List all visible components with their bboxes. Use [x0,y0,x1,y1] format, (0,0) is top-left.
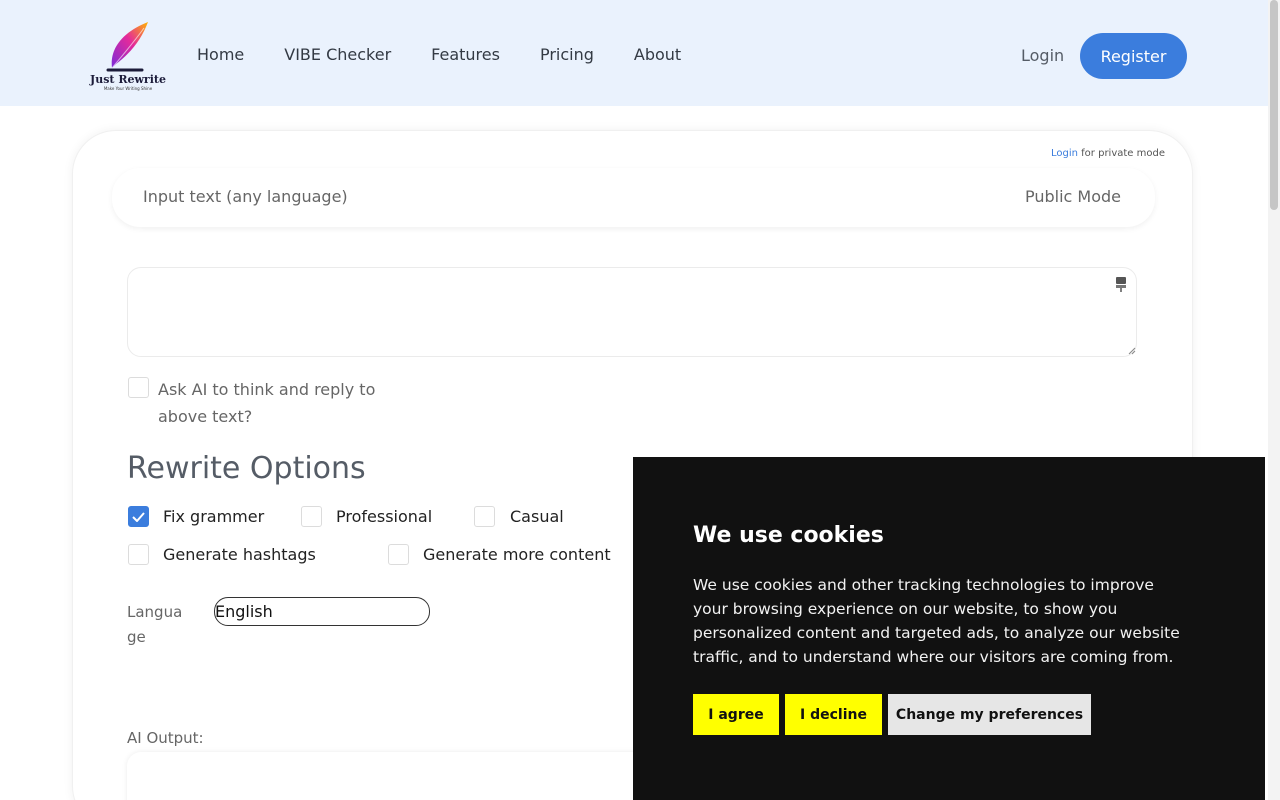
cookie-decline-button[interactable]: I decline [785,694,882,735]
brand-logo[interactable]: Just Rewrite Make Your Writing Shine [82,18,174,92]
microphone-icon[interactable] [1115,277,1127,293]
cookie-text: We use cookies and other tracking techno… [693,576,1180,666]
site-header: Just Rewrite Make Your Writing Shine Hom… [0,0,1268,106]
nav-about[interactable]: About [634,45,681,64]
option-fix-grammar-checkbox[interactable] [128,506,149,527]
brand-tagline: Make Your Writing Shine [103,86,153,91]
mode-label: Public Mode [1024,187,1121,206]
private-login-link[interactable]: Login [1051,148,1078,159]
language-select[interactable]: English [214,597,430,626]
think-label: Ask AI to think and reply to above text? [158,380,376,426]
input-label: Input text (any language) [143,187,348,206]
main-nav: Home VIBE Checker Features Pricing About [197,45,721,64]
option-fix-grammar-label: Fix grammer [163,507,265,526]
scrollbar-thumb[interactable] [1270,0,1278,210]
nav-vibe-checker[interactable]: VIBE Checker [284,45,391,64]
private-note-text: for private mode [1077,148,1165,159]
cookie-agree-button[interactable]: I agree [693,694,779,735]
check-icon [132,511,145,522]
option-hashtags-label: Generate hashtags [163,545,316,564]
cookie-preferences-button[interactable]: Change my preferences [888,694,1091,735]
cookie-title: We use cookies [693,523,884,548]
register-button[interactable]: Register [1080,33,1187,79]
option-professional-checkbox[interactable] [301,506,322,527]
page-scrollbar[interactable] [1268,0,1280,800]
feather-logo-icon [106,22,148,72]
cookie-banner: We use cookies We use cookies and other … [633,457,1265,800]
option-casual-label: Casual [510,507,564,526]
option-casual-checkbox[interactable] [474,506,495,527]
option-more-content-label: Generate more content [423,545,611,564]
private-mode-note: Login for private mode [1051,148,1165,159]
option-professional-label: Professional [336,507,433,526]
option-more-content-checkbox[interactable] [388,544,409,565]
resize-grip-icon[interactable] [1128,347,1136,355]
language-label: Language [127,603,183,646]
input-textarea[interactable] [127,267,1137,357]
nav-pricing[interactable]: Pricing [540,45,594,64]
nav-features[interactable]: Features [431,45,500,64]
login-link[interactable]: Login [1021,46,1064,65]
input-header-bar: Input text (any language) Public Mode [112,168,1155,227]
rewrite-options-title: Rewrite Options [127,451,366,486]
think-checkbox[interactable] [128,377,149,398]
ai-output-label: AI Output: [127,729,204,747]
nav-home[interactable]: Home [197,45,244,64]
brand-name: Just Rewrite [90,73,166,86]
option-hashtags-checkbox[interactable] [128,544,149,565]
